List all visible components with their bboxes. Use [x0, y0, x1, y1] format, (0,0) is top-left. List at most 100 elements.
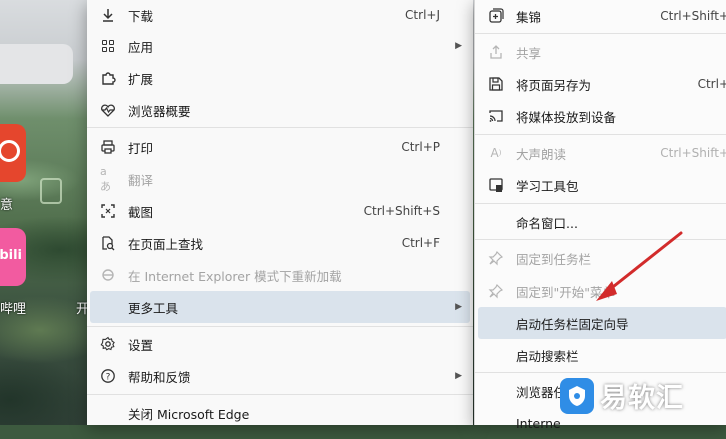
menu-item-label: 扩展 [128, 71, 154, 87]
submenu-item-label: 学习工具包 [516, 178, 579, 194]
submenu-item-name-window[interactable]: 命名窗口... [478, 206, 726, 238]
menu-divider [87, 326, 473, 327]
submenu-item-label: Interne [516, 415, 561, 431]
decorative-shape [40, 178, 62, 204]
submenu-item-label: 共享 [516, 45, 542, 61]
apps-icon [100, 38, 116, 54]
menu-item-label: 下载 [128, 8, 154, 24]
menu-item-apps[interactable]: 应用 ▶ [90, 30, 470, 62]
submenu-item-search-bar[interactable]: 启动搜索栏 [478, 339, 726, 371]
gear-icon [100, 336, 116, 352]
app-tile-1[interactable] [0, 124, 26, 182]
submenu-item-label: 大声朗读 [516, 146, 567, 162]
printer-icon [100, 139, 116, 155]
watermark: 易软汇 [560, 376, 684, 415]
collections-icon [488, 8, 504, 24]
submenu-item-cast-media[interactable]: 将媒体投放到设备 [478, 100, 726, 132]
menu-item-extensions[interactable]: 扩展 [90, 62, 470, 94]
ie-icon [100, 267, 116, 283]
watermark-logo-icon [560, 377, 594, 414]
submenu-item-label: 命名窗口... [516, 215, 578, 231]
svg-text:?: ? [106, 373, 111, 383]
menu-item-label: 在 Internet Explorer 模式下重新加载 [128, 268, 342, 284]
pin-icon [488, 283, 504, 299]
menu-item-print[interactable]: 打印 Ctrl+P [90, 131, 470, 163]
menu-divider [475, 203, 726, 204]
watermark-text: 易软汇 [600, 383, 684, 414]
menu-item-close-edge[interactable]: 关闭 Microsoft Edge [90, 397, 470, 429]
submenu-item-save-page-as[interactable]: 将页面另存为 Ctrl+ [478, 68, 726, 100]
submenu-item-shortcut: Ctrl+ [697, 77, 726, 91]
menu-item-label: 浏览器概要 [128, 103, 191, 119]
menu-item-label: 关闭 Microsoft Edge [128, 406, 250, 422]
menu-item-label: 截图 [128, 204, 154, 220]
menu-item-screenshot[interactable]: 截图 Ctrl+Shift+S [90, 195, 470, 227]
submenu-arrow-icon: ▶ [455, 371, 462, 381]
share-icon [488, 44, 504, 60]
menu-item-find-on-page[interactable]: 在页面上查找 Ctrl+F [90, 227, 470, 259]
submenu-item-pin-taskbar: 固定到任务栏 [478, 242, 726, 274]
extensions-icon [100, 70, 116, 86]
submenu-item-label: 固定到"开始"菜单 [516, 284, 615, 300]
find-icon [100, 235, 116, 251]
more-tools-submenu: 集锦 Ctrl+Shift+ 共享 将页面另存为 Ctrl+ 将媒体投放到设备 … [474, 0, 726, 431]
submenu-item-shortcut: Ctrl+Shift+ [660, 9, 726, 23]
menu-item-label: 应用 [128, 39, 154, 55]
submenu-item-label: 将媒体投放到设备 [516, 109, 617, 125]
submenu-item-share: 共享 [478, 36, 726, 68]
menu-item-label: 翻译 [128, 172, 154, 188]
edge-settings-menu: 下载 Ctrl+J 应用 ▶ 扩展 浏览器概要 打印 Ctrl+P aあ 翻译 [87, 0, 473, 425]
menu-item-more-tools[interactable]: 更多工具 ▶ [90, 291, 470, 323]
app-tile-2-text: bili [0, 248, 22, 263]
menu-item-help-feedback[interactable]: ? 帮助和反馈 ▶ [90, 360, 470, 392]
submenu-item-collections[interactable]: 集锦 Ctrl+Shift+ [478, 0, 726, 32]
app-label-2: 哔哩 [0, 302, 27, 317]
menu-item-ie-mode: 在 Internet Explorer 模式下重新加载 [90, 259, 470, 291]
menu-item-shortcut: Ctrl+Shift+S [363, 204, 440, 218]
menu-divider [475, 239, 726, 240]
submenu-item-label: 集锦 [516, 9, 542, 25]
download-icon [100, 7, 116, 23]
menu-divider [475, 33, 726, 34]
screenshot-icon [100, 203, 116, 219]
menu-divider [475, 134, 726, 135]
app-tile-2[interactable]: bili [0, 228, 26, 286]
help-icon: ? [100, 368, 116, 384]
app-tile-1-icon [0, 140, 20, 162]
menu-item-downloads[interactable]: 下载 Ctrl+J [90, 0, 470, 31]
menu-item-shortcut: Ctrl+J [405, 8, 440, 22]
menu-divider [87, 394, 473, 395]
menu-item-label: 在页面上查找 [128, 236, 204, 252]
menu-item-label: 打印 [128, 140, 154, 156]
cast-icon [488, 108, 504, 124]
submenu-arrow-icon: ▶ [455, 302, 462, 312]
app-label-1: 意 [0, 198, 14, 213]
save-icon [488, 76, 504, 92]
submenu-item-label: 将页面另存为 [516, 77, 592, 93]
menu-item-shortcut: Ctrl+F [401, 236, 440, 250]
heartbeat-icon [100, 102, 116, 118]
menu-item-label: 设置 [128, 337, 154, 353]
submenu-item-shortcut: Ctrl+Shift+ [660, 146, 726, 160]
menu-item-translate: aあ 翻译 [90, 163, 470, 195]
menu-item-settings[interactable]: 设置 [90, 328, 470, 360]
submenu-item-label: 固定到任务栏 [516, 251, 592, 267]
submenu-item-label: 启动任务栏固定向导 [516, 316, 629, 332]
submenu-arrow-icon: ▶ [455, 41, 462, 51]
translate-icon: aあ [100, 164, 111, 193]
start-page-search-box[interactable] [0, 44, 73, 84]
submenu-item-label: 浏览器任 [516, 384, 567, 400]
submenu-item-learning-toolkit[interactable]: 学习工具包 [478, 169, 726, 201]
menu-item-browser-essentials[interactable]: 浏览器概要 [90, 94, 470, 126]
submenu-item-taskbar-pin-wizard[interactable]: 启动任务栏固定向导 [478, 307, 726, 339]
menu-item-label: 帮助和反馈 [128, 369, 191, 385]
menu-item-label: 更多工具 [128, 300, 179, 316]
menu-divider [87, 127, 473, 128]
read-aloud-icon: A) [490, 146, 502, 160]
menu-divider [475, 372, 726, 373]
submenu-item-pin-start: 固定到"开始"菜单 [478, 275, 726, 307]
menu-item-shortcut: Ctrl+P [401, 140, 440, 154]
pin-icon [488, 250, 504, 266]
learning-toolkit-icon [488, 177, 504, 193]
submenu-item-label: 启动搜索栏 [516, 348, 579, 364]
